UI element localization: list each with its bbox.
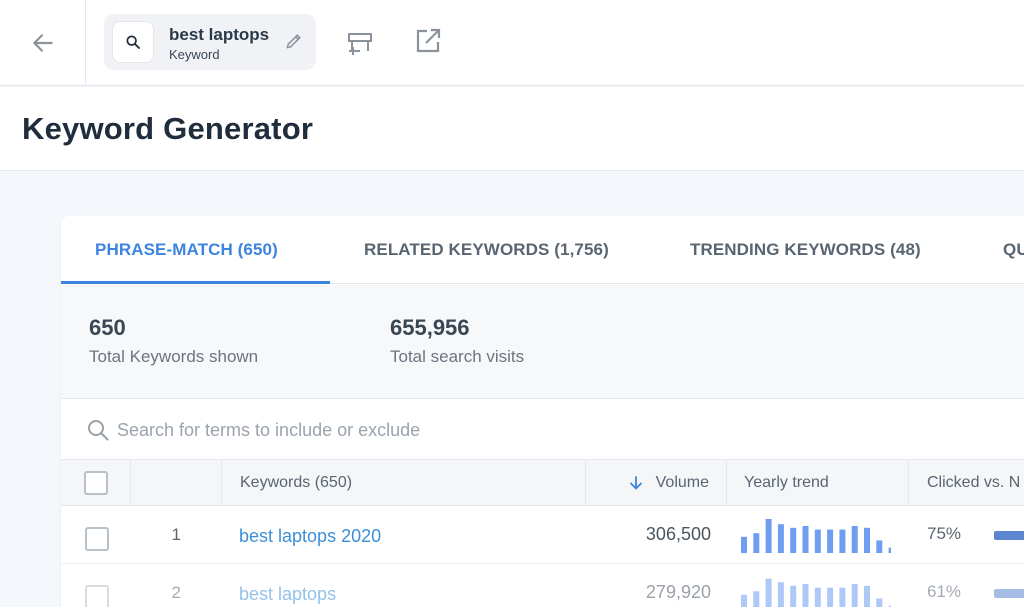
row-clicked-bar <box>994 589 1024 598</box>
table-row[interactable]: 1 best laptops 2020 306,500 75% <box>61 507 1024 564</box>
select-all-cell <box>61 460 131 506</box>
tab-related-keywords[interactable]: RELATED KEYWORDS (1,756) <box>364 240 609 260</box>
external-link-icon[interactable] <box>413 26 443 56</box>
top-bar: best laptops Keyword <box>0 0 1024 86</box>
trend-bar <box>777 582 784 607</box>
trend-bar <box>753 533 760 553</box>
clicked-header-label: Clicked vs. N <box>927 474 1021 491</box>
stat-total-keywords-value: 650 <box>89 315 126 340</box>
trend-bar <box>802 526 809 553</box>
row-index: 2 <box>171 583 181 602</box>
trend-bar <box>790 527 797 553</box>
active-tab-indicator <box>61 281 330 284</box>
search-icon <box>112 21 154 63</box>
index-header <box>131 460 222 506</box>
select-all-checkbox[interactable] <box>83 471 108 495</box>
trend-bar <box>851 584 858 607</box>
keyword-chip-type: Keyword <box>169 47 220 62</box>
row-volume: 306,500 <box>645 524 711 544</box>
row-clicked-percent: 75% <box>927 524 962 543</box>
trend-bar <box>876 540 883 553</box>
title-bar: Keyword Generator <box>0 87 1024 171</box>
search-icon <box>88 420 109 441</box>
row-index: 1 <box>171 525 181 544</box>
row-checkbox[interactable] <box>85 527 109 551</box>
volume-header-label: Volume <box>655 474 709 491</box>
trend-bar <box>888 547 891 553</box>
trend-bar <box>864 527 870 553</box>
trend-header-label: Yearly trend <box>744 474 829 491</box>
stat-search-visits-label: Total search visits <box>390 347 525 366</box>
trend-header[interactable]: Yearly trend <box>727 460 909 506</box>
trend-bar <box>741 536 747 553</box>
arrow-down-icon <box>629 476 642 490</box>
stat-search-visits-value: 655,956 <box>390 315 470 340</box>
stat-total-keywords-label: Total Keywords shown <box>89 347 259 366</box>
arrow-left-icon <box>32 34 53 52</box>
tab-phrase-match[interactable]: PHRASE-MATCH (650) <box>95 240 278 260</box>
keyword-chip[interactable]: best laptops Keyword <box>104 14 316 70</box>
row-trend-chart <box>741 519 891 553</box>
row-clicked-bar <box>994 531 1024 540</box>
stats-panel: 650 Total Keywords shown 655,956 Total s… <box>61 285 1024 399</box>
trend-bar <box>876 598 883 607</box>
row-checkbox[interactable] <box>85 585 109 607</box>
keywords-header[interactable]: Keywords (650) <box>222 460 586 506</box>
trend-bar <box>753 591 760 607</box>
volume-header[interactable]: Volume <box>586 460 727 506</box>
trend-bar <box>777 524 784 553</box>
trend-bar <box>827 529 834 553</box>
tab-bar: PHRASE-MATCH (650) RELATED KEYWORDS (1,7… <box>61 216 1024 284</box>
keyword-chip-value: best laptops <box>169 25 270 44</box>
pencil-icon[interactable] <box>284 31 304 51</box>
add-to-list-icon[interactable] <box>343 26 377 60</box>
clicked-header[interactable]: Clicked vs. N <box>909 460 1024 506</box>
results-card: PHRASE-MATCH (650) RELATED KEYWORDS (1,7… <box>61 216 1024 607</box>
trend-bar <box>765 578 772 607</box>
row-volume: 279,920 <box>645 582 711 602</box>
table-header: Keywords (650) Volume Yearly trend Click… <box>61 460 1024 506</box>
row-trend-chart <box>741 578 891 607</box>
trend-bar <box>864 585 870 607</box>
trend-bar <box>765 519 772 553</box>
filter-search <box>61 400 1024 460</box>
tab-questions[interactable]: QU <box>1003 240 1024 260</box>
trend-bar <box>790 585 797 607</box>
trend-bar <box>814 587 821 607</box>
trend-bar <box>741 594 747 607</box>
trend-bar <box>839 587 846 607</box>
row-clicked-percent: 61% <box>927 582 962 601</box>
trend-bar <box>839 529 846 553</box>
row-keyword-link[interactable]: best laptops <box>239 584 336 605</box>
table-row[interactable]: 2 best laptops 279,920 61% <box>61 565 1024 607</box>
trend-bar <box>814 529 821 553</box>
trend-bar <box>827 587 834 607</box>
trend-bar <box>802 584 809 607</box>
row-keyword-link[interactable]: best laptops 2020 <box>239 526 381 547</box>
filter-search-input[interactable] <box>117 414 717 446</box>
page-title: Keyword Generator <box>22 111 314 146</box>
back-button[interactable] <box>0 0 86 86</box>
keywords-header-label: Keywords (650) <box>240 474 353 491</box>
tab-trending-keywords[interactable]: TRENDING KEYWORDS (48) <box>690 240 921 260</box>
trend-bar <box>851 526 858 553</box>
